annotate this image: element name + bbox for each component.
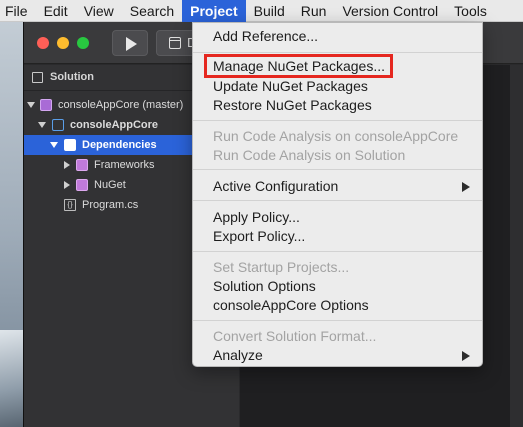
project-icon [52,119,64,131]
menu-item-add-reference[interactable]: Add Reference... [193,27,482,46]
menu-item-label: consoleAppCore Options [213,297,369,313]
close-window-button[interactable] [37,37,49,49]
menu-item-run-code-analysis-solution: Run Code Analysis on Solution [193,146,482,165]
menu-item-label: Convert Solution Format... [213,328,377,344]
menu-item-update-nuget-packages[interactable]: Update NuGet Packages [193,77,482,96]
solution-pad-title: Solution [50,71,94,83]
folder-icon [76,159,88,171]
menu-separator [193,251,482,252]
editor-scrollbar[interactable] [510,65,523,427]
tree-item-label: Program.cs [82,199,139,211]
menu-item-project-options[interactable]: consoleAppCore Options [193,296,482,315]
solution-icon [40,99,52,111]
menu-item-label: Update NuGet Packages [213,78,368,94]
menu-item-label: Run Code Analysis on consoleAppCore [213,128,459,144]
menu-separator [193,120,482,121]
menu-separator [193,320,482,321]
window-icon [169,37,181,49]
menu-item-export-policy[interactable]: Export Policy... [193,227,482,246]
tree-item-label: Frameworks [94,159,155,171]
menu-separator [193,169,482,170]
project-menu-dropdown: Add Reference... Manage NuGet Packages..… [192,22,483,367]
menu-tools[interactable]: Tools [446,0,495,22]
folder-icon [64,139,76,151]
tree-item-label: consoleAppCore [70,119,159,131]
menu-item-solution-options[interactable]: Solution Options [193,277,482,296]
expand-arrow-icon[interactable] [27,102,35,108]
submenu-arrow-icon [462,351,470,361]
menu-item-label: Apply Policy... [213,209,300,225]
submenu-arrow-icon [462,182,470,192]
menu-build[interactable]: Build [246,0,293,22]
menu-bar: File Edit View Search Project Build Run … [0,0,523,22]
collapse-arrow-icon[interactable] [64,181,70,189]
menu-run[interactable]: Run [293,0,335,22]
tree-item-label: NuGet [94,179,126,191]
expand-arrow-icon[interactable] [50,142,58,148]
menu-file[interactable]: File [0,0,36,22]
menu-item-set-startup-projects: Set Startup Projects... [193,258,482,277]
menu-item-label: Restore NuGet Packages [213,97,372,113]
menu-item-restore-nuget-packages[interactable]: Restore NuGet Packages [193,96,482,115]
menu-item-label: Add Reference... [213,28,319,44]
tree-item-label: Dependencies [82,139,157,151]
menu-item-label: Export Policy... [213,228,306,244]
csharp-file-icon: {} [64,199,76,211]
collapse-arrow-icon[interactable] [64,161,70,169]
menu-view[interactable]: View [76,0,122,22]
menu-item-label: Solution Options [213,278,316,294]
tree-item-label: consoleAppCore (master) [58,99,184,111]
menu-separator [193,52,482,53]
menu-separator [193,200,482,201]
menu-item-run-code-analysis-project: Run Code Analysis on consoleAppCore [193,127,482,146]
annotation-highlight-box [204,54,393,78]
menu-edit[interactable]: Edit [36,0,76,22]
zoom-window-button[interactable] [77,37,89,49]
menu-item-apply-policy[interactable]: Apply Policy... [193,208,482,227]
menu-version-control[interactable]: Version Control [334,0,446,22]
run-button[interactable] [112,30,148,56]
folder-icon [76,179,88,191]
solution-pad-icon [32,72,43,83]
menu-item-convert-solution-format: Convert Solution Format... [193,327,482,346]
menu-project[interactable]: Project [182,0,246,22]
menu-item-label: Set Startup Projects... [213,259,350,275]
menu-item-analyze[interactable]: Analyze [193,346,482,365]
menu-search[interactable]: Search [122,0,182,22]
menu-item-label: Run Code Analysis on Solution [213,147,406,163]
minimize-window-button[interactable] [57,37,69,49]
expand-arrow-icon[interactable] [38,122,46,128]
menu-item-active-configuration[interactable]: Active Configuration [193,177,482,196]
menu-item-label: Active Configuration [213,178,339,194]
play-icon [126,37,137,51]
menu-item-label: Analyze [213,347,263,363]
